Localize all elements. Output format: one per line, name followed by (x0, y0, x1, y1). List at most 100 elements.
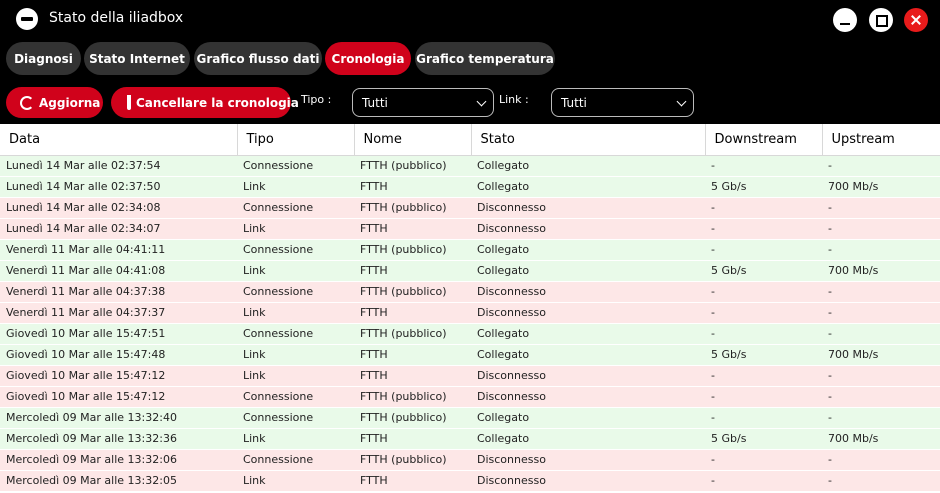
cell-downstream: - (705, 218, 822, 240)
cell-data: Giovedì 10 Mar alle 15:47:48 (0, 344, 237, 366)
cell-upstream: - (822, 449, 940, 471)
cell-data: Mercoledì 09 Mar alle 13:32:40 (0, 407, 237, 429)
cell-upstream: - (822, 155, 940, 177)
chevron-down-icon (476, 96, 487, 107)
cell-downstream: - (705, 365, 822, 387)
column-header-data[interactable]: Data (0, 124, 238, 156)
tab-cronologia[interactable]: Cronologia (325, 42, 411, 75)
table-row[interactable]: Mercoledì 09 Mar alle 13:32:06 Connession… (0, 449, 940, 471)
cell-downstream: - (705, 470, 822, 492)
cell-downstream: - (705, 407, 822, 429)
cell-nome: FTTH (pubblico) (354, 407, 471, 429)
table-row[interactable]: Venerdì 11 Mar alle 04:41:08 Link FTTH Coll… (0, 260, 940, 282)
table-row[interactable]: Giovedì 10 Mar alle 15:47:51 Connessione F… (0, 323, 940, 345)
tipo-select[interactable]: Tutti (352, 88, 494, 117)
cell-stato: Disconnesso (471, 365, 705, 387)
cell-data: Venerdì 11 Mar alle 04:41:11 (0, 239, 237, 261)
table-row[interactable]: Mercoledì 09 Mar alle 13:32:05 Link FTTH Di… (0, 470, 940, 492)
cell-stato: Disconnesso (471, 281, 705, 303)
cell-upstream: - (822, 470, 940, 492)
cell-downstream: 5 Gb/s (705, 344, 822, 366)
cell-tipo: Connessione (237, 155, 354, 177)
table-row[interactable]: Venerdì 11 Mar alle 04:41:11 Connessione F… (0, 239, 940, 261)
cell-upstream: - (822, 281, 940, 303)
cell-stato: Disconnesso (471, 449, 705, 471)
table-row[interactable]: Giovedì 10 Mar alle 15:47:12 Connessione F… (0, 386, 940, 408)
cell-downstream: - (705, 302, 822, 324)
cell-tipo: Link (237, 470, 354, 492)
column-header-stato[interactable]: Stato (471, 124, 706, 156)
cell-data: Lunedì 14 Mar alle 02:37:54 (0, 155, 237, 177)
cell-tipo: Connessione (237, 281, 354, 303)
column-header-tipo[interactable]: Tipo (237, 124, 355, 156)
cell-nome: FTTH (pubblico) (354, 197, 471, 219)
column-header-downstream[interactable]: Downstream (705, 124, 823, 156)
cell-tipo: Link (237, 260, 354, 282)
cell-upstream: 700 Mb/s (822, 428, 940, 450)
cell-nome: FTTH (354, 344, 471, 366)
table-row[interactable]: Lunedì 14 Mar alle 02:37:54 Connessione FT… (0, 155, 940, 177)
trash-icon (127, 95, 131, 110)
table-row[interactable]: Venerdì 11 Mar alle 04:37:38 Connessione F… (0, 281, 940, 303)
table-row[interactable]: Venerdì 11 Mar alle 04:37:37 Link FTTH Disc… (0, 302, 940, 324)
cell-downstream: - (705, 281, 822, 303)
cell-stato: Collegato (471, 260, 705, 282)
cell-nome: FTTH (pubblico) (354, 386, 471, 408)
minimize-icon[interactable] (833, 8, 857, 32)
cell-downstream: - (705, 449, 822, 471)
cell-data: Giovedì 10 Mar alle 15:47:51 (0, 323, 237, 345)
cell-upstream: - (822, 386, 940, 408)
table-row[interactable]: Mercoledì 09 Mar alle 13:32:36 Link FTTH Co… (0, 428, 940, 450)
link-select-value: Tutti (561, 95, 587, 110)
cell-data: Mercoledì 09 Mar alle 13:32:06 (0, 449, 237, 471)
title-bar: Stato della iliadbox (0, 0, 940, 38)
cell-nome: FTTH (354, 218, 471, 240)
tab-stato-internet[interactable]: Stato Internet (84, 42, 190, 75)
cell-downstream: 5 Gb/s (705, 260, 822, 282)
cell-tipo: Connessione (237, 407, 354, 429)
tab-grafico-flusso-dati[interactable]: Grafico flusso dati (194, 42, 322, 75)
tipo-label: Tipo : (301, 93, 332, 106)
table-row[interactable]: Lunedì 14 Mar alle 02:34:07 Link FTTH Disco… (0, 218, 940, 240)
table-row[interactable]: Giovedì 10 Mar alle 15:47:12 Link FTTH Disc… (0, 365, 940, 387)
cell-nome: FTTH (354, 365, 471, 387)
cell-downstream: - (705, 386, 822, 408)
cell-tipo: Link (237, 176, 354, 198)
tipo-select-value: Tutti (362, 95, 388, 110)
column-header-upstream[interactable]: Upstream (822, 124, 940, 156)
cell-upstream: - (822, 407, 940, 429)
cell-upstream: - (822, 302, 940, 324)
table-row[interactable]: Giovedì 10 Mar alle 15:47:48 Link FTTH Coll… (0, 344, 940, 366)
table-header-row: Data Tipo Nome Stato Downstream Upstream (0, 124, 940, 156)
close-icon[interactable] (904, 8, 928, 32)
cell-downstream: - (705, 197, 822, 219)
table-row[interactable]: Lunedì 14 Mar alle 02:37:50 Link FTTH Colle… (0, 176, 940, 198)
tab-grafico-temperatura[interactable]: Grafico temperatura (415, 42, 555, 75)
cell-nome: FTTH (354, 260, 471, 282)
tab-diagnosi[interactable]: Diagnosi (6, 42, 81, 75)
cell-upstream: - (822, 218, 940, 240)
cell-tipo: Connessione (237, 449, 354, 471)
cell-stato: Disconnesso (471, 386, 705, 408)
cell-tipo: Link (237, 302, 354, 324)
column-header-nome[interactable]: Nome (354, 124, 472, 156)
cell-nome: FTTH (354, 470, 471, 492)
maximize-icon[interactable] (869, 8, 893, 32)
cell-data: Mercoledì 09 Mar alle 13:32:05 (0, 470, 237, 492)
table-row[interactable]: Mercoledì 09 Mar alle 13:32:40 Connession… (0, 407, 940, 429)
cell-data: Venerdì 11 Mar alle 04:37:38 (0, 281, 237, 303)
app-window: Stato della iliadbox Diagnosi Stato Inte… (0, 0, 940, 493)
refresh-icon (20, 95, 34, 110)
history-table: Data Tipo Nome Stato Downstream Upstream… (0, 124, 940, 493)
link-select[interactable]: Tutti (551, 88, 694, 117)
cell-nome: FTTH (354, 302, 471, 324)
refresh-button[interactable]: Aggiorna (6, 87, 103, 118)
cell-upstream: 700 Mb/s (822, 176, 940, 198)
cell-stato: Collegato (471, 239, 705, 261)
cell-tipo: Link (237, 344, 354, 366)
clear-history-button[interactable]: Cancellare la cronologia (111, 87, 299, 118)
cell-nome: FTTH (pubblico) (354, 323, 471, 345)
cell-data: Lunedì 14 Mar alle 02:34:08 (0, 197, 237, 219)
cell-stato: Collegato (471, 176, 705, 198)
table-row[interactable]: Lunedì 14 Mar alle 02:34:08 Connessione FT… (0, 197, 940, 219)
